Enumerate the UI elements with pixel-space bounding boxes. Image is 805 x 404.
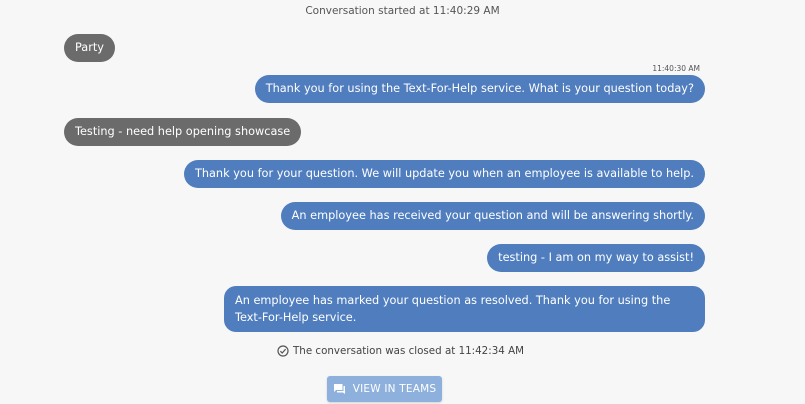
- message-bubble-user: Party: [64, 34, 115, 62]
- view-in-teams-label: VIEW IN TEAMS: [352, 383, 437, 395]
- check-circle-icon: [277, 345, 289, 357]
- message-bubble-service: Thank you for using the Text-For-Help se…: [254, 75, 705, 103]
- message-bubble-service: An employee has marked your question as …: [224, 286, 705, 332]
- conversation-closed-label: The conversation was closed at 11:42:34 …: [293, 345, 525, 357]
- message-timestamp: 11:40:30 AM: [652, 64, 700, 73]
- conversation-started-label: Conversation started at 11:40:29 AM: [305, 5, 500, 17]
- message-bubble-service: testing - I am on my way to assist!: [487, 244, 705, 272]
- message-bubble-user: Testing - need help opening showcase: [64, 118, 302, 146]
- chat-transcript: Conversation started at 11:40:29 AM Part…: [0, 0, 805, 404]
- message-bubble-service: Thank you for your question. We will upd…: [183, 160, 705, 188]
- chat-bubble-icon: [333, 383, 346, 395]
- conversation-closed-notice: The conversation was closed at 11:42:34 …: [277, 345, 524, 357]
- message-bubble-service: An employee has received your question a…: [280, 202, 705, 230]
- view-in-teams-button[interactable]: VIEW IN TEAMS: [327, 376, 442, 402]
